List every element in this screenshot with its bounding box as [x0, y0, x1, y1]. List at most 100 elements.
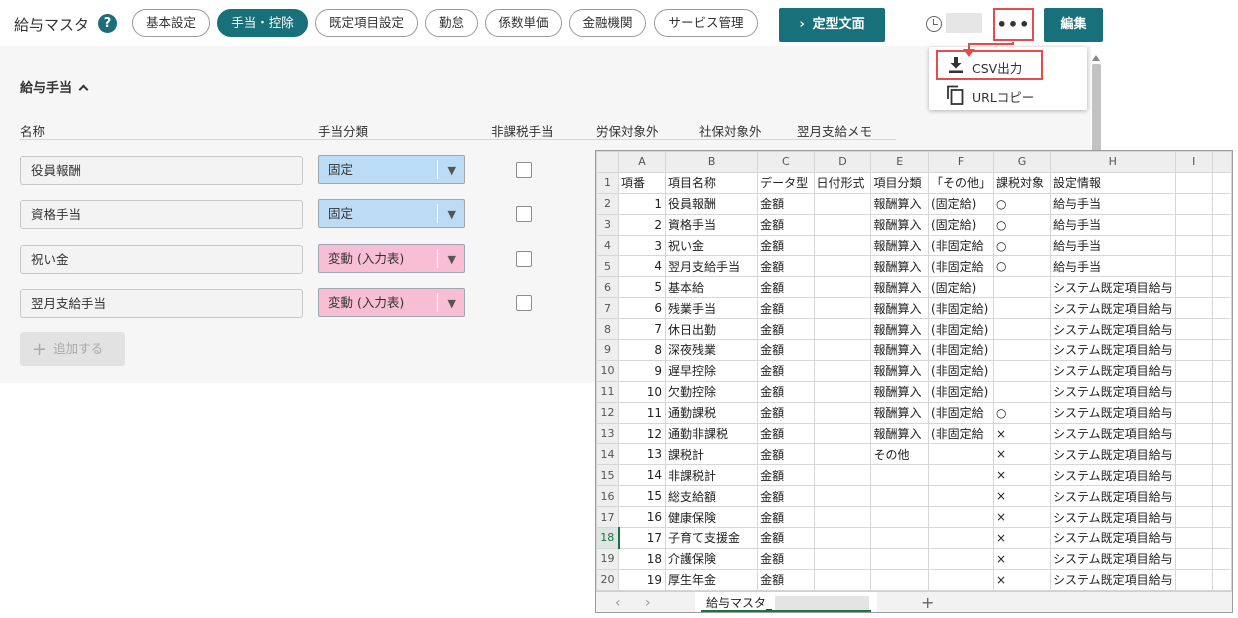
sheet-cell[interactable]: 1	[618, 192, 666, 215]
allowance-name-field[interactable]: 資格手当	[20, 200, 303, 229]
tab-allowances-deductions[interactable]: 手当・控除	[217, 9, 308, 37]
sheet-cell[interactable]: 14	[618, 464, 666, 487]
sheet-cell[interactable]: 給与手当	[1049, 213, 1176, 236]
sheet-cell[interactable]	[1174, 171, 1213, 194]
sheet-cell[interactable]: その他	[870, 443, 929, 466]
sheet-cell[interactable]	[993, 297, 1051, 320]
sheet-cell[interactable]	[870, 464, 929, 487]
sheet-cell[interactable]: 報酬算入	[870, 380, 929, 403]
sheet-cell[interactable]: 6	[618, 297, 666, 320]
sheet-cell[interactable]	[870, 527, 929, 549]
sheet-cell[interactable]	[1174, 318, 1213, 341]
sheet-cell[interactable]	[1174, 422, 1213, 445]
sheet-cell[interactable]: システム既定項目給与	[1049, 547, 1176, 570]
allowance-name-field[interactable]: 祝い金	[20, 245, 303, 274]
sheet-cell[interactable]	[870, 506, 929, 529]
sheet-cell[interactable]	[927, 506, 995, 529]
sheet-cell[interactable]: 3	[618, 234, 666, 257]
category-select[interactable]: 変動 (入力表) ▼	[318, 288, 465, 317]
sheet-cell[interactable]: ×	[993, 568, 1051, 591]
sheet-cell[interactable]: 金額	[757, 506, 815, 529]
sheet-cell[interactable]: (非固定給)	[927, 359, 995, 382]
sheet-cell[interactable]	[1211, 464, 1232, 487]
sheet-cell[interactable]: システム既定項目給与	[1049, 485, 1176, 508]
sheet-cell[interactable]	[1174, 527, 1213, 549]
scroll-up-arrow-icon[interactable]	[1092, 55, 1100, 61]
sheet-cell[interactable]	[1211, 527, 1232, 549]
sheet-cell[interactable]: 給与手当	[1049, 255, 1176, 278]
sheet-cell[interactable]	[1211, 485, 1232, 508]
category-select[interactable]: 固定 ▼	[318, 199, 465, 228]
sheet-cell[interactable]: 19	[618, 568, 666, 591]
sheet-cell[interactable]	[1174, 485, 1213, 508]
sheet-cell[interactable]: 金額	[757, 297, 815, 320]
sheet-cell[interactable]	[813, 255, 872, 278]
row-number-header[interactable]: 17	[596, 506, 620, 529]
sheet-cell[interactable]: 基本給	[664, 276, 759, 299]
sheet-cell[interactable]	[813, 318, 872, 341]
sheet-cell[interactable]	[1174, 506, 1213, 529]
sheet-cell[interactable]	[813, 380, 872, 403]
row-number-header[interactable]: 8	[596, 318, 620, 341]
sheet-cell[interactable]	[1211, 443, 1232, 466]
tax-exempt-checkbox[interactable]	[516, 206, 532, 222]
sheet-cell[interactable]: 項目分類	[870, 171, 929, 194]
sheet-cell[interactable]	[1174, 255, 1213, 278]
tab-attendance[interactable]: 勤怠	[425, 9, 478, 37]
sheet-cell[interactable]	[927, 485, 995, 508]
sheet-cell[interactable]: 金額	[757, 485, 815, 508]
sheet-cell[interactable]: 給与手当	[1049, 234, 1176, 257]
row-number-header[interactable]: 15	[596, 464, 620, 487]
row-number-header[interactable]: 3	[596, 213, 620, 236]
sheet-cell[interactable]	[1211, 318, 1232, 341]
sheet-cell[interactable]	[813, 276, 872, 299]
sheet-cell[interactable]: 9	[618, 359, 666, 382]
sheet-cell[interactable]: 項目名称	[664, 171, 759, 194]
sheet-cell[interactable]	[813, 443, 872, 466]
sheet-cell[interactable]	[1211, 506, 1232, 529]
sheet-cell[interactable]: 金額	[757, 255, 815, 278]
sheet-cell[interactable]: 「その他」	[927, 171, 995, 194]
sheet-cell[interactable]	[1211, 380, 1232, 403]
sheet-cell[interactable]	[993, 339, 1051, 361]
sheet-cell[interactable]: (非固定給)	[927, 339, 995, 361]
allowance-name-field[interactable]: 翌月支給手当	[20, 289, 303, 318]
sheet-cell[interactable]	[870, 568, 929, 591]
sheet-cell[interactable]: ○	[993, 213, 1051, 236]
sheet-cell[interactable]: システム既定項目給与	[1049, 527, 1176, 549]
sheet-cell[interactable]: システム既定項目給与	[1049, 359, 1176, 382]
sheet-cell[interactable]: 課税計	[664, 443, 759, 466]
sheet-cell[interactable]: システム既定項目給与	[1049, 401, 1176, 424]
row-number-header[interactable]: 4	[596, 234, 620, 257]
sheet-cell[interactable]: (非固定給)	[927, 297, 995, 320]
category-select[interactable]: 変動 (入力表) ▼	[318, 244, 465, 273]
sheet-cell[interactable]: 17	[618, 527, 666, 549]
sheet-cell[interactable]	[1174, 401, 1213, 424]
sheet-cell[interactable]: 設定情報	[1049, 171, 1176, 194]
scrollbar-thumb[interactable]	[1092, 64, 1101, 152]
sheet-cell[interactable]	[813, 506, 872, 529]
sheet-cell[interactable]: 通勤課税	[664, 401, 759, 424]
sheet-cell[interactable]: 欠勤控除	[664, 380, 759, 403]
sheet-cell[interactable]	[1174, 568, 1213, 591]
sheet-cell[interactable]: ×	[993, 464, 1051, 487]
sheet-cell[interactable]: (非固定給	[927, 255, 995, 278]
sheet-cell[interactable]	[927, 464, 995, 487]
sheet-cell[interactable]	[1211, 171, 1232, 194]
edit-button[interactable]: 編集	[1044, 8, 1103, 42]
sheet-cell[interactable]	[813, 568, 872, 591]
sheet-cell[interactable]: 15	[618, 485, 666, 508]
sheet-cell[interactable]	[1174, 234, 1213, 257]
sheet-cell[interactable]: システム既定項目給与	[1049, 506, 1176, 529]
sheet-cell[interactable]: (非固定給)	[927, 380, 995, 403]
history-icon[interactable]	[926, 16, 942, 32]
menu-item-url-copy[interactable]: URLコピー	[936, 82, 1076, 108]
sheet-cell[interactable]: 資格手当	[664, 213, 759, 236]
sheet-cell[interactable]	[1211, 255, 1232, 278]
sheet-cell[interactable]: ×	[993, 506, 1051, 529]
sheet-cell[interactable]: 総支給額	[664, 485, 759, 508]
tab-financial-institution[interactable]: 金融機関	[569, 9, 646, 37]
sheet-cell[interactable]	[1174, 297, 1213, 320]
sheet-cell[interactable]: (固定給)	[927, 276, 995, 299]
sheet-cell[interactable]	[993, 276, 1051, 299]
